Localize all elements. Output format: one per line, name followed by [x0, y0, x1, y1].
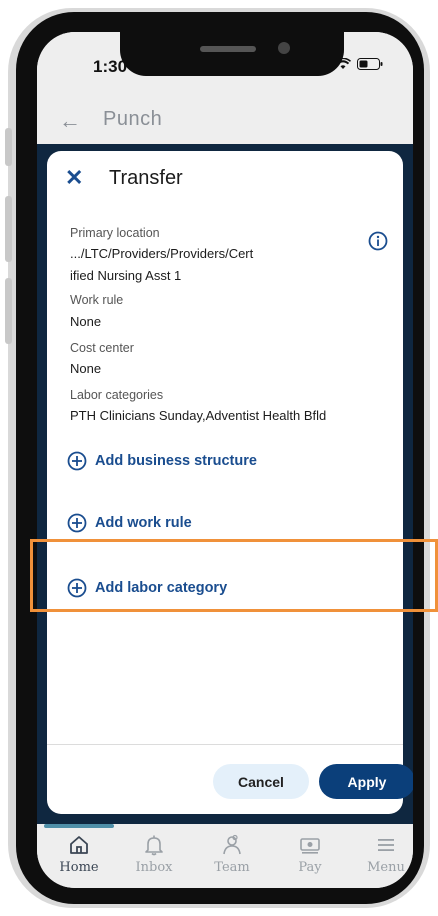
tab-inbox-label: Inbox	[135, 860, 173, 875]
transfer-dialog: ✕ Transfer Primary location .../LTC/Prov…	[47, 151, 413, 814]
tab-pay-label: Pay	[298, 860, 322, 875]
primary-location-value-line1: .../LTC/Providers/Providers/Cert	[70, 246, 254, 261]
add-work-rule-button[interactable]: Add work rule	[67, 513, 192, 533]
footer-divider	[47, 744, 403, 745]
battery-icon	[357, 58, 383, 70]
add-work-rule-label: Add work rule	[95, 515, 192, 531]
volume-down-button	[5, 278, 12, 344]
home-icon	[70, 836, 88, 854]
volume-up-button	[5, 196, 12, 262]
work-rule-label: Work rule	[70, 293, 124, 307]
menu-icon	[378, 839, 394, 851]
tab-team-label: Team	[214, 860, 250, 875]
tab-menu[interactable]: Menu	[351, 834, 413, 875]
tab-pay[interactable]: Pay	[275, 834, 345, 875]
plus-circle-icon	[67, 451, 87, 471]
notch-speaker	[200, 46, 256, 52]
close-icon[interactable]: ✕	[65, 165, 83, 191]
info-icon[interactable]	[368, 231, 388, 251]
dialog-title: Transfer	[109, 167, 183, 189]
tab-home[interactable]: Home	[44, 834, 114, 875]
mute-switch	[5, 128, 12, 166]
apply-button[interactable]: Apply	[319, 764, 413, 799]
add-business-structure-button[interactable]: Add business structure	[67, 451, 257, 471]
cost-center-value: None	[70, 361, 102, 376]
work-rule-value: None	[70, 314, 102, 329]
labor-categories-label: Labor categories	[70, 388, 164, 402]
bell-icon	[145, 835, 163, 856]
add-business-structure-label: Add business structure	[95, 453, 257, 469]
active-tab-indicator	[44, 824, 114, 828]
highlight-box	[30, 539, 438, 612]
labor-categories-value: PTH Clinicians Sunday,Adventist Health B…	[70, 408, 327, 423]
primary-location-label: Primary location	[70, 226, 160, 240]
tab-inbox[interactable]: Inbox	[119, 834, 189, 875]
tab-team[interactable]: Team	[197, 834, 267, 875]
pay-icon	[300, 838, 320, 854]
bottom-tab-bar: Home Inbox Team Pay Menu	[37, 824, 413, 888]
screen: 1:30 ← Punch ✕ Transfer Primary location…	[37, 32, 413, 888]
back-arrow-icon[interactable]: ←	[59, 108, 81, 134]
notch	[120, 32, 344, 76]
primary-location-value-line2: ified Nursing Asst 1	[70, 268, 182, 283]
page-title: Punch	[103, 108, 163, 130]
cancel-button[interactable]: Cancel	[213, 764, 309, 799]
plus-circle-icon	[67, 513, 87, 533]
tab-home-label: Home	[59, 860, 99, 875]
app-header: ← Punch	[37, 98, 413, 144]
team-icon	[223, 834, 241, 855]
notch-camera	[278, 42, 290, 54]
cost-center-label: Cost center	[70, 341, 134, 355]
tab-menu-label: Menu	[367, 860, 405, 875]
